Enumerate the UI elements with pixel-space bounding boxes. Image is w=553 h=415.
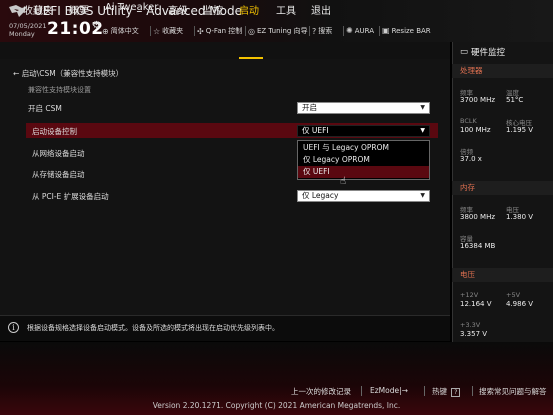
hardware-monitor-label: 硬件监控 (471, 48, 506, 58)
qfan-button[interactable]: ✣ Q-Fan 控制 (197, 26, 242, 36)
tab-tool[interactable]: 工具 (276, 2, 296, 17)
boot-pcie-value: 仅 Legacy (302, 191, 339, 200)
cpu-ratio-value: 37.0 x (460, 155, 482, 163)
tab-boot[interactable]: 启动 (239, 2, 259, 17)
mem-freq-value: 3800 MHz (460, 213, 496, 221)
search-label: 搜索 (318, 27, 333, 35)
tab-monitor[interactable]: 监控 (203, 2, 223, 17)
hotkey-help-icon: ? (451, 388, 461, 397)
divider (424, 386, 425, 396)
globe-icon: ⊕ (102, 26, 109, 36)
row-label-enable-csm: 开启 CSM (28, 104, 62, 113)
info-icon: i (8, 322, 19, 333)
boot-device-control-value: 仅 UEFI (302, 126, 329, 135)
tab-ai-tweaker[interactable]: Ai Tweaker (105, 2, 158, 13)
row-label-boot-storage: 从存储设备启动 (32, 170, 85, 179)
divider (150, 26, 151, 36)
resize-bar-icon: ▣ (382, 26, 390, 35)
aura-button[interactable]: ✺ AURA (346, 26, 374, 35)
divider (309, 26, 310, 36)
main-panel (0, 59, 450, 315)
fan-icon: ✣ (197, 26, 204, 36)
back-arrow-icon[interactable]: ← (13, 69, 19, 78)
cpu-bclk-value: 100 MHz (460, 126, 491, 134)
divider (194, 26, 195, 36)
dropdown-arrow-icon: ▼ (420, 192, 425, 199)
tuning-icon: ◎ (248, 26, 255, 36)
enable-csm-value: 开启 (302, 103, 317, 112)
divider (343, 26, 344, 36)
voltage-section-title: 电压 (452, 268, 553, 282)
v12-value: 12.164 V (460, 300, 492, 308)
hotkeys-label: 热键 (432, 387, 447, 396)
cpu-temp-value: 51°C (506, 96, 524, 104)
v33-value: 3.357 V (460, 330, 488, 338)
cpu-freq-value: 3700 MHz (460, 96, 496, 104)
language-button[interactable]: ⊕ 简体中文 (102, 26, 139, 36)
aura-icon: ✺ (346, 26, 353, 35)
ez-tuning-label: EZ Tuning 向导 (256, 27, 308, 35)
tab-advanced[interactable]: 高级 (168, 2, 188, 17)
boot-device-control-dropdown: UEFI 与 Legacy OPROM 仅 Legacy OPROM 仅 UEF… (297, 140, 430, 180)
tab-exit[interactable]: 退出 (311, 2, 331, 17)
v5-value: 4.986 V (506, 300, 534, 308)
dropdown-option[interactable]: 仅 Legacy OPROM (298, 154, 429, 166)
section-description: 兼容性支持模块设置 (28, 86, 91, 94)
cpu-vcore-value: 1.195 V (506, 126, 534, 134)
divider (361, 386, 362, 396)
hardware-monitor-title: ▭ 硬件监控 (460, 46, 505, 58)
tab-main[interactable]: 概要 (69, 2, 89, 17)
info-text: 根据设备规格选择设备启动模式。设备及所选的模式将出现在启动优先级列表中。 (27, 324, 279, 332)
mem-volt-value: 1.380 V (506, 213, 534, 221)
clock-settings-gear-icon[interactable]: ⚙ (92, 20, 101, 31)
hotkeys-button[interactable]: 热键 ? (432, 386, 461, 397)
divider (472, 386, 473, 396)
breadcrumb[interactable]: ← 启动\CSM（兼容性支持模块） (13, 68, 123, 79)
divider (379, 26, 380, 36)
star-icon: ☆ (153, 26, 161, 36)
boot-pcie-select[interactable]: 仅 Legacy ▼ (297, 190, 430, 202)
breadcrumb-text: 启动\CSM（兼容性支持模块） (21, 69, 124, 78)
favorites-button[interactable]: ☆ 收藏夹 (153, 26, 183, 36)
cpu-bclk-label: BCLK (460, 117, 477, 125)
ez-tuning-button[interactable]: ◎ EZ Tuning 向导 (248, 26, 308, 36)
top-nav (0, 42, 450, 59)
mouse-hand-cursor-icon: ☝ (340, 176, 347, 187)
language-label: 简体中文 (110, 27, 139, 35)
row-label-boot-device-control: 启动设备控制 (32, 127, 77, 136)
dropdown-arrow-icon: ▼ (420, 104, 425, 111)
dropdown-option-selected[interactable]: 仅 UEFI (298, 166, 429, 178)
memory-section-title: 内存 (452, 181, 553, 195)
resize-bar-button[interactable]: ▣ Resize BAR (382, 26, 431, 35)
resize-bar-label: Resize BAR (391, 26, 431, 35)
ezmode-button[interactable]: EzMode|→ (370, 386, 408, 395)
row-label-boot-network: 从网络设备启动 (32, 149, 85, 158)
boot-device-control-select[interactable]: 仅 UEFI ▼ (297, 125, 430, 137)
row-label-boot-pcie: 从 PCI-E 扩展设备启动 (32, 192, 109, 201)
v33-label: +3.3V (460, 321, 481, 329)
cpu-section-title: 处理器 (452, 64, 553, 78)
aura-label: AURA (354, 26, 374, 35)
qfan-label: Q-Fan 控制 (205, 27, 243, 35)
search-faq-button[interactable]: 搜索常见问题与解答 (479, 386, 547, 397)
date-display: 07/05/2021 Monday (9, 22, 46, 38)
dropdown-option[interactable]: UEFI 与 Legacy OPROM (298, 142, 429, 154)
search-button[interactable]: ? 搜索 (312, 26, 332, 36)
day-text: Monday (9, 29, 35, 38)
last-modified-button[interactable]: 上一次的修改记录 (291, 386, 351, 397)
divider (245, 26, 246, 36)
v5-label: +5V (506, 291, 521, 299)
dropdown-arrow-icon: ▼ (420, 127, 425, 134)
tab-favorites[interactable]: 收藏夹 (23, 2, 53, 17)
question-icon: ? (312, 26, 317, 36)
monitor-icon: ▭ (460, 47, 469, 57)
v12-label: +12V (460, 291, 479, 299)
mem-cap-value: 16384 MB (460, 242, 496, 250)
enable-csm-select[interactable]: 开启 ▼ (297, 102, 430, 114)
favorites-label: 收藏夹 (162, 27, 184, 35)
version-text: Version 2.20.1271. Copyright (C) 2021 Am… (152, 401, 401, 410)
